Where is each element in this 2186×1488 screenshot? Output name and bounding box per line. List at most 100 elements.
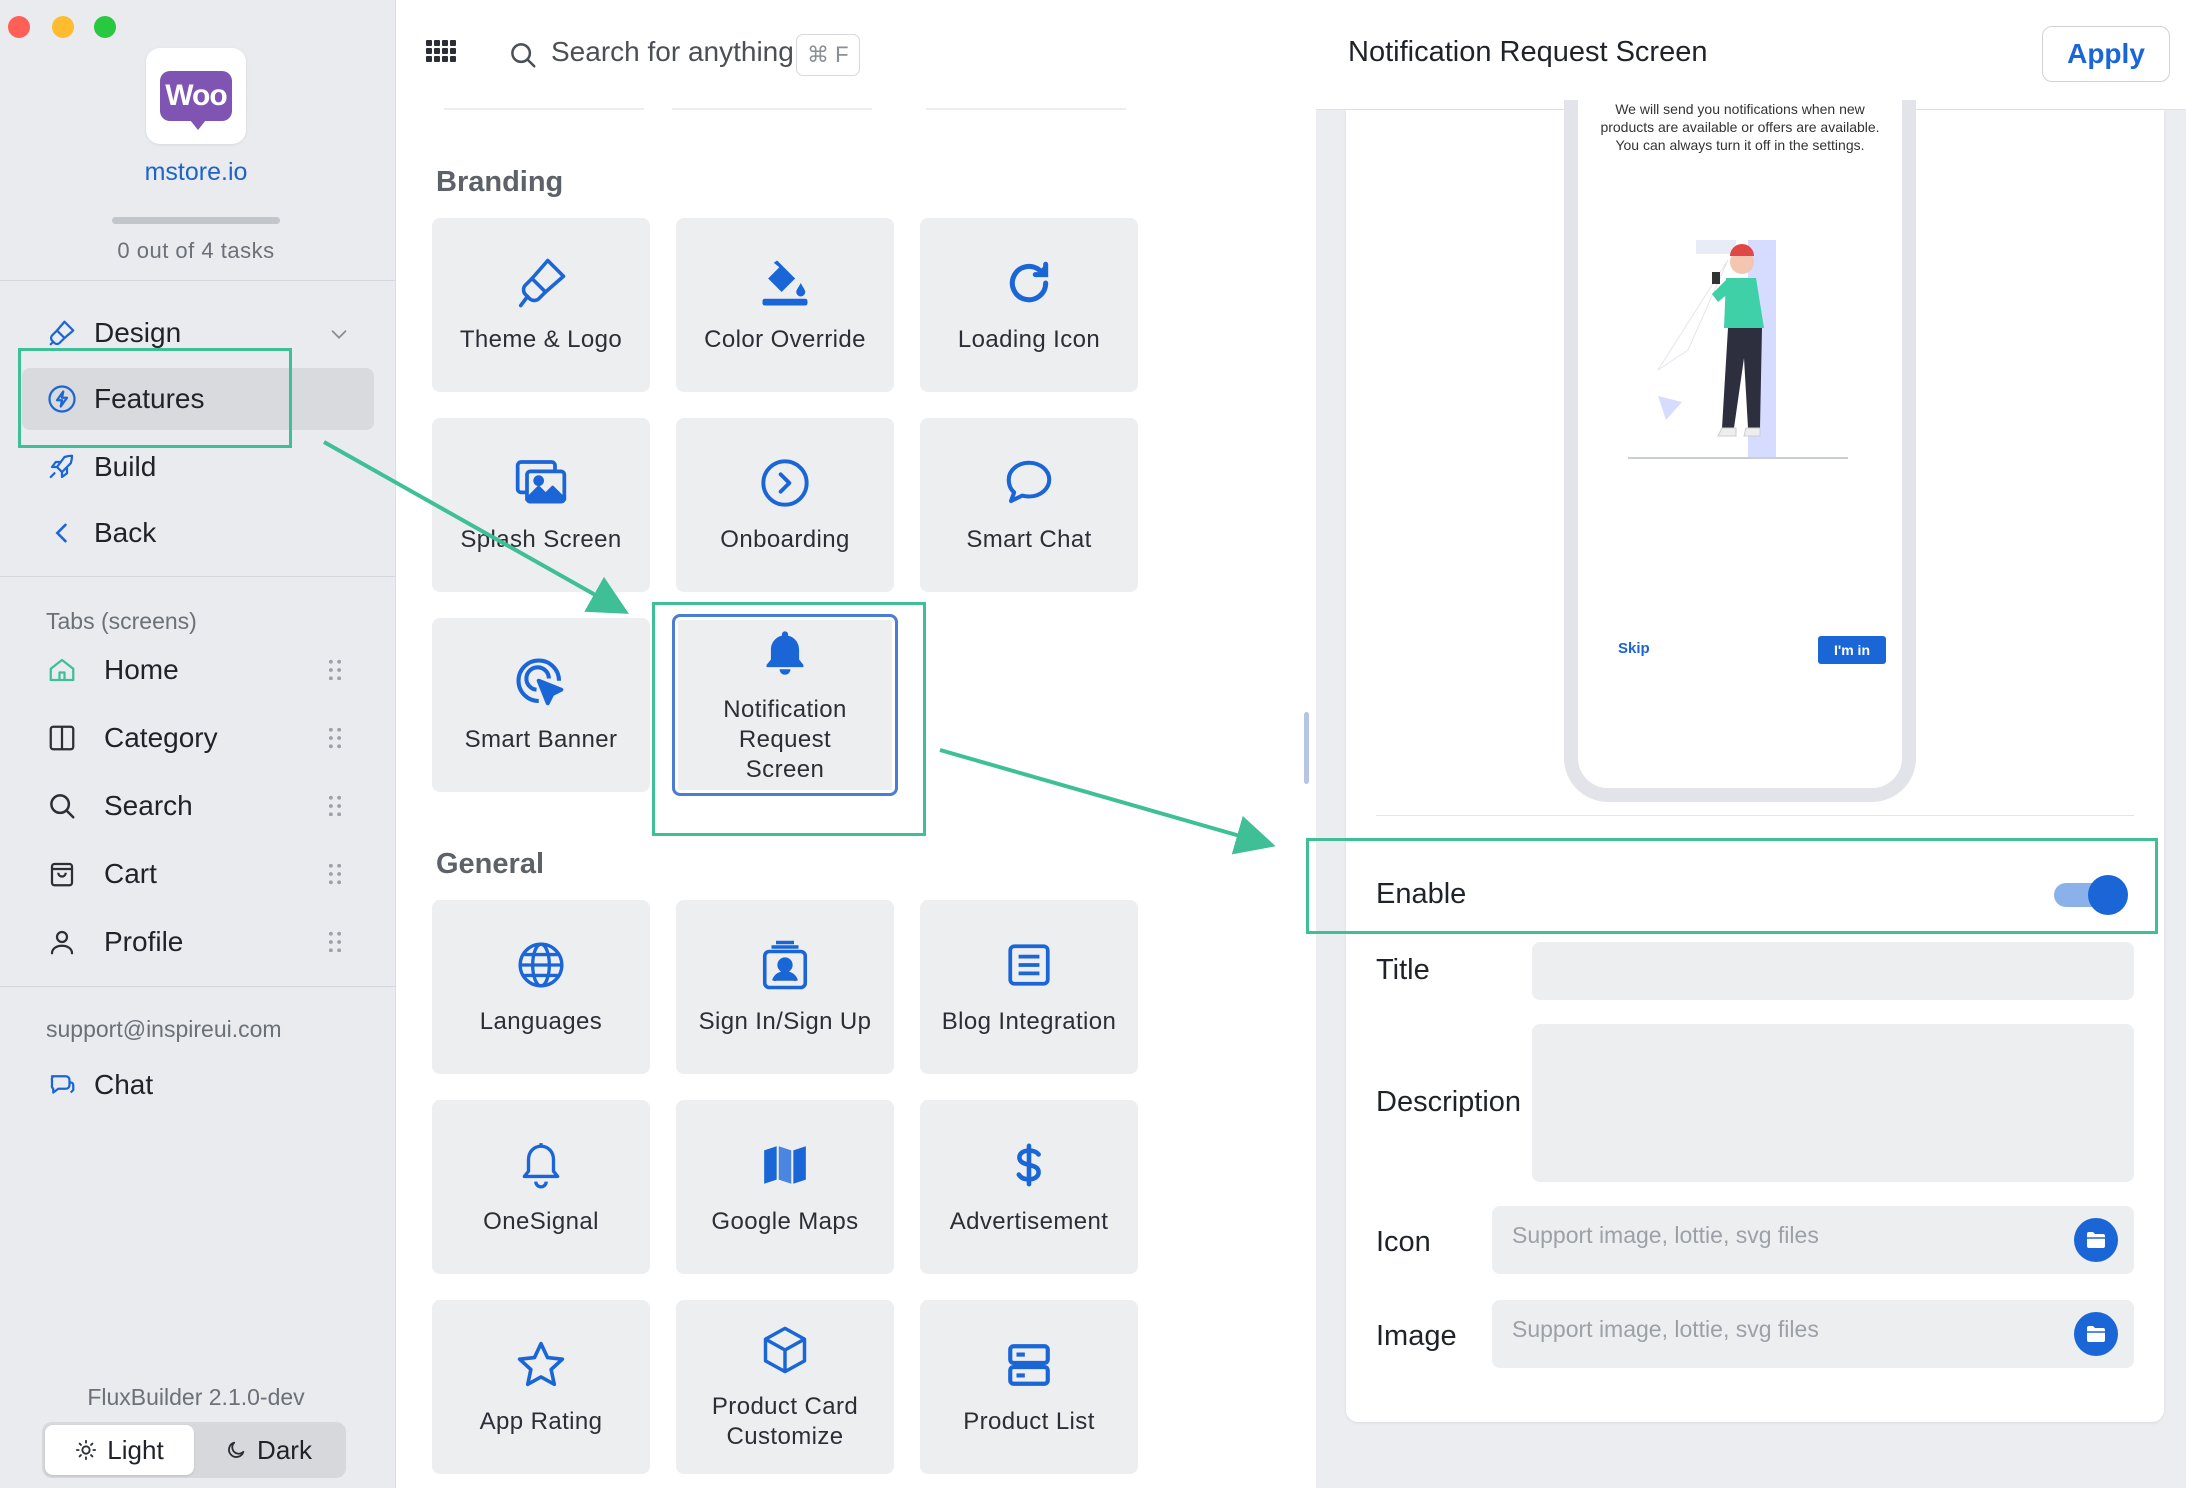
images-icon: [513, 455, 569, 511]
settings-title: Notification Request Screen: [1348, 36, 1708, 68]
feature-tile-onesignal[interactable]: OneSignal: [432, 1100, 650, 1274]
window-zoom-button[interactable]: [94, 16, 116, 38]
tile-label: Smart Chat: [966, 526, 1092, 553]
drag-handle-icon[interactable]: [328, 863, 342, 885]
icon-label: Icon: [1376, 1226, 1431, 1258]
feature-tile-loading-icon[interactable]: Loading Icon: [920, 218, 1138, 392]
description-textarea[interactable]: [1532, 1024, 2134, 1182]
highlight-notification-tile: [652, 602, 926, 836]
tab-profile[interactable]: Profile: [46, 914, 356, 970]
panel-resize-handle[interactable]: [1304, 712, 1309, 784]
map-icon: [757, 1137, 813, 1193]
theme-light-button[interactable]: Light: [45, 1425, 194, 1475]
chevron-down-icon[interactable]: [328, 320, 350, 352]
paintbrush-icon: [46, 317, 78, 349]
image-file-placeholder: Support image, lottie, svg files: [1512, 1316, 1819, 1342]
search-icon[interactable]: [508, 40, 538, 70]
sidebar-item-chat[interactable]: Chat: [22, 1054, 374, 1116]
window-minimize-button[interactable]: [52, 16, 74, 38]
folder-icon[interactable]: [2074, 1218, 2118, 1262]
sidebar-item-label: Chat: [94, 1069, 154, 1100]
feature-tile-advertisement[interactable]: Advertisement: [920, 1100, 1138, 1274]
title-input[interactable]: [1532, 942, 2134, 1000]
global-search-input[interactable]: Search for anything: [551, 36, 794, 68]
tile-label: Product Card Customize: [711, 1393, 859, 1450]
rocket-icon: [46, 451, 78, 483]
image-label: Image: [1376, 1320, 1457, 1352]
store-logo[interactable]: Woo: [146, 48, 246, 144]
settings-panel: Notification Request Screen Apply We wil…: [1316, 0, 2186, 1488]
feature-tile-smart-banner[interactable]: Smart Banner: [432, 618, 650, 792]
cube-icon: [757, 1322, 813, 1378]
tab-label: Home: [104, 654, 179, 685]
chevron-left-icon: [46, 517, 78, 549]
drag-handle-icon[interactable]: [328, 659, 342, 681]
moon-icon: [228, 1441, 245, 1458]
columns-icon: [46, 722, 78, 754]
bell-outline-icon: [513, 1137, 569, 1193]
tile-label: Color Override: [704, 326, 866, 353]
app-grid-icon[interactable]: [426, 40, 456, 70]
description-label: Description: [1376, 1086, 1522, 1118]
tab-label: Cart: [104, 858, 157, 889]
tile-edge: [672, 108, 872, 110]
feature-tile-product-card-customize[interactable]: Product Card Customize: [676, 1300, 894, 1474]
tab-search[interactable]: Search: [46, 778, 356, 834]
tile-label: OneSignal: [483, 1208, 599, 1235]
feature-tile-product-list[interactable]: Product List: [920, 1300, 1138, 1474]
drag-handle-icon[interactable]: [328, 931, 342, 953]
settings-header: Notification Request Screen Apply: [1316, 0, 2186, 110]
drag-handle-icon[interactable]: [328, 795, 342, 817]
tile-edge: [444, 108, 644, 110]
sidebar-item-label: Back: [94, 517, 157, 548]
sidebar-divider: [0, 576, 396, 577]
user-icon: [46, 926, 78, 958]
feature-tile-color-override[interactable]: Color Override: [676, 218, 894, 392]
tab-home[interactable]: Home: [46, 642, 356, 698]
feature-tile-splash-screen[interactable]: Splash Screen: [432, 418, 650, 592]
group-title-branding: Branding: [436, 166, 564, 198]
icon-file-field[interactable]: Support image, lottie, svg files: [1492, 1206, 2134, 1274]
server-icon: [1001, 1337, 1057, 1393]
tile-label: Onboarding: [720, 526, 850, 553]
feature-tile-theme-logo[interactable]: Theme & Logo: [432, 218, 650, 392]
tab-label: Category: [104, 722, 218, 753]
star-icon: [513, 1337, 569, 1393]
support-email[interactable]: support@inspireui.com: [46, 1016, 282, 1043]
feature-tile-onboarding[interactable]: Onboarding: [676, 418, 894, 592]
sidebar: Woo mstore.io 0 out of 4 tasks Design Fe…: [0, 0, 396, 1488]
sidebar-item-back[interactable]: Back: [22, 502, 374, 564]
chat-icon: [46, 1069, 78, 1101]
theme-dark-button[interactable]: Dark: [194, 1425, 343, 1475]
tile-label: Product List: [963, 1408, 1095, 1435]
tile-label: Smart Banner: [464, 726, 618, 753]
feature-tile-smart-chat[interactable]: Smart Chat: [920, 418, 1138, 592]
theme-light-label: Light: [107, 1434, 164, 1465]
store-name[interactable]: mstore.io: [0, 158, 392, 187]
drag-handle-icon[interactable]: [328, 727, 342, 749]
sidebar-item-label: Build: [94, 451, 157, 482]
tile-label: Blog Integration: [941, 1008, 1117, 1035]
feature-tile-google-maps[interactable]: Google Maps: [676, 1100, 894, 1274]
image-file-field[interactable]: Support image, lottie, svg files: [1492, 1300, 2134, 1368]
tab-cart[interactable]: Cart: [46, 846, 356, 902]
highlight-enable-toggle: [1306, 838, 2158, 934]
tab-category[interactable]: Category: [46, 710, 356, 766]
tile-label: Advertisement: [949, 1208, 1109, 1235]
app-version: FluxBuilder 2.1.0-dev: [87, 1384, 305, 1410]
feature-tile-sign-in-sign-up[interactable]: Sign In/Sign Up: [676, 900, 894, 1074]
sidebar-divider: [0, 280, 396, 281]
sidebar-item-label: Design: [94, 317, 182, 348]
paint-bucket-icon: [757, 255, 813, 311]
apply-button[interactable]: Apply: [2042, 26, 2170, 82]
feature-tile-languages[interactable]: Languages: [432, 900, 650, 1074]
feature-tile-app-rating[interactable]: App Rating: [432, 1300, 650, 1474]
folder-icon[interactable]: [2074, 1312, 2118, 1356]
feature-tile-blog-integration[interactable]: Blog Integration: [920, 900, 1138, 1074]
circle-chevron-right-icon: [757, 455, 813, 511]
woo-logo-badge: Woo: [160, 71, 232, 130]
tab-label: Profile: [104, 926, 184, 957]
phone-preview: We will send you notifications when new …: [1564, 100, 1916, 802]
tabs-section-label: Tabs (screens): [46, 608, 197, 634]
window-close-button[interactable]: [8, 16, 30, 38]
